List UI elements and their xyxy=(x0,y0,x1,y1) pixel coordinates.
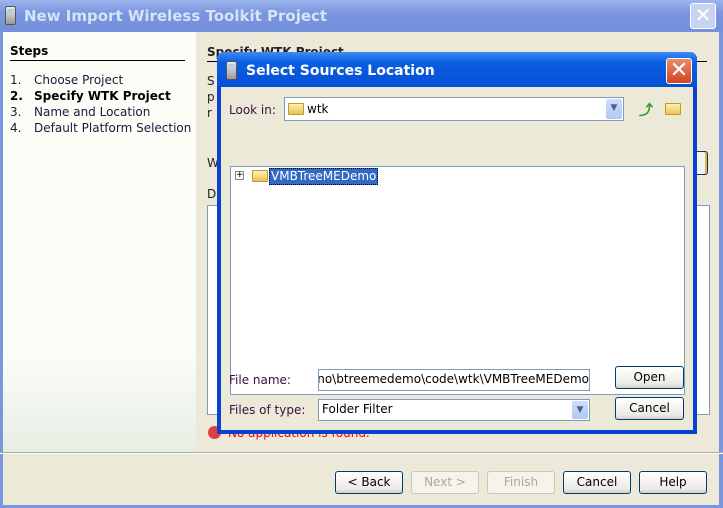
back-button[interactable]: < Back xyxy=(335,471,403,494)
file-name-input[interactable]: no\btreemedemo\code\wtk\VMBTreeMEDemo xyxy=(318,369,590,391)
dialog-title-bar: Select Sources Location xyxy=(217,52,697,87)
step-2: 2. Specify WTK Project xyxy=(10,89,171,103)
panel-text: p xyxy=(207,90,215,104)
look-in-combo[interactable]: wtk ▼ xyxy=(284,97,624,121)
file-name-label: File name: xyxy=(229,373,291,387)
phone-icon xyxy=(5,6,16,25)
new-folder-icon[interactable] xyxy=(665,102,684,116)
cancel-button[interactable]: Cancel xyxy=(563,471,631,494)
files-of-type-label: Files of type: xyxy=(229,403,306,417)
chevron-down-icon[interactable]: ▼ xyxy=(606,99,622,119)
tree-item[interactable]: VMBTreeMEDemo xyxy=(269,168,379,185)
window-close-button[interactable]: ✕ xyxy=(690,3,716,29)
files-of-type-combo[interactable]: Folder Filter ▼ xyxy=(318,399,590,421)
panel-text: S xyxy=(207,74,215,88)
step-1: 1. Choose Project xyxy=(10,73,124,87)
open-button[interactable]: Open xyxy=(615,366,684,389)
up-folder-icon[interactable]: ⤴ xyxy=(639,100,655,119)
footer-separator xyxy=(0,452,723,454)
panel-label: D xyxy=(207,187,217,201)
finish-button[interactable]: Finish xyxy=(487,471,555,494)
window-title: New Import Wireless Toolkit Project xyxy=(24,7,328,25)
select-sources-dialog: Select Sources Location ✕ Look in: wtk ▼… xyxy=(217,52,697,434)
file-tree[interactable]: + VMBTreeMEDemo xyxy=(230,166,685,395)
step-3: 3. Name and Location xyxy=(10,105,151,119)
help-button[interactable]: Help xyxy=(639,471,707,494)
look-in-label: Look in: xyxy=(229,103,276,117)
phone-icon xyxy=(226,61,237,80)
panel-text: r xyxy=(207,106,212,120)
window-title-bar: New Import Wireless Toolkit Project xyxy=(0,0,723,32)
folder-icon xyxy=(288,103,304,115)
window-frame-right xyxy=(719,32,723,508)
look-in-value: wtk xyxy=(307,102,329,116)
expand-icon[interactable]: + xyxy=(235,171,244,180)
steps-title: Steps xyxy=(10,44,185,61)
chevron-down-icon[interactable]: ▼ xyxy=(572,401,588,419)
dialog-title: Select Sources Location xyxy=(246,63,435,79)
dialog-body: Look in: wtk ▼ ⤴ + VMBTreeMEDemo File na… xyxy=(221,87,693,430)
dialog-cancel-button[interactable]: Cancel xyxy=(615,397,684,420)
dialog-close-button[interactable]: ✕ xyxy=(666,58,692,84)
next-button[interactable]: Next > xyxy=(411,471,479,494)
step-4: 4. Default Platform Selection xyxy=(10,121,192,135)
